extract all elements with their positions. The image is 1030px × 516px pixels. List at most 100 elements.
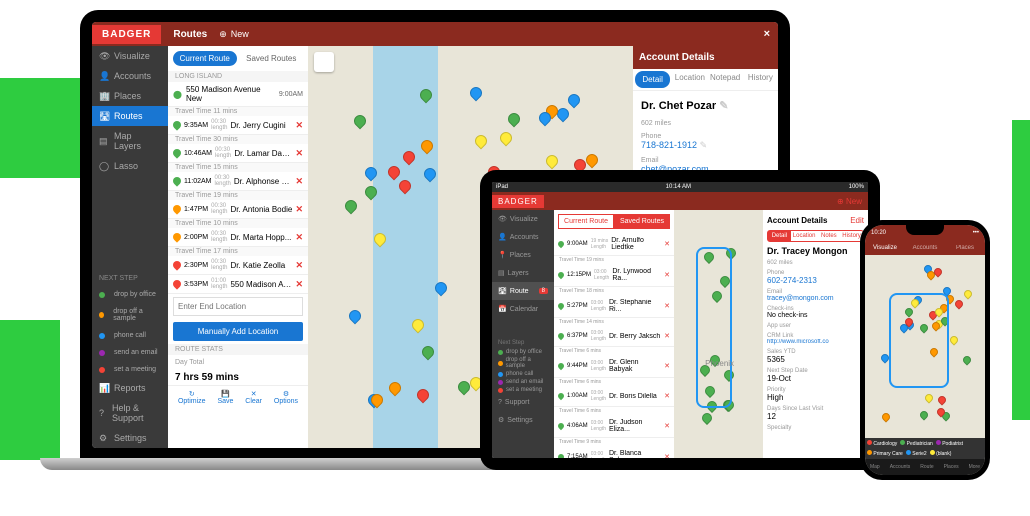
map-pin[interactable] [506,111,523,128]
route-stop[interactable]: 5:27PM03:00LengthDr. Stephanie Ri...✕ [554,295,674,318]
sidebar-item-reports[interactable]: 📊Reports [92,378,168,398]
tab-accounts[interactable]: Accounts [905,245,945,251]
nav-more[interactable]: More [969,464,980,470]
map-pin[interactable] [880,412,891,423]
map-pin[interactable] [543,152,560,169]
remove-stop-button[interactable]: ✕ [664,392,670,400]
route-stop[interactable]: 9:35AM00:30lengthDr. Jerry Cugini✕ [168,116,308,135]
route-stop[interactable]: 1:47PM00:30lengthDr. Antonia Bodie✕ [168,200,308,219]
next-step-item[interactable]: phone call [92,327,168,344]
map-pin[interactable] [949,335,960,346]
new-button[interactable]: ⊕ New [831,197,868,206]
map-pin[interactable] [342,197,359,214]
remove-stop-button[interactable]: ✕ [664,453,670,458]
remove-stop-button[interactable]: ✕ [295,279,303,290]
sidebar-item-calendar[interactable]: 📅Calendar [492,300,554,318]
edit-icon[interactable]: ✎ [719,100,728,112]
phone-value[interactable]: 602-274-2313 [767,276,864,285]
sidebar-item-support[interactable]: ?Support [492,394,554,411]
nav-map[interactable]: Map [870,464,880,470]
crm-value[interactable]: http://www.microsoft.co [767,339,864,345]
sidebar-item-places[interactable]: 📍Places [492,246,554,264]
map-pin[interactable] [923,392,934,403]
map-pin[interactable] [953,299,964,310]
new-button[interactable]: ⊕New [219,29,249,40]
map-view[interactable] [865,255,985,445]
sidebar-item-layers[interactable]: ▤Layers [492,264,554,282]
sidebar-item-help[interactable]: ?Help & Support [92,398,168,428]
map-pin[interactable] [565,91,582,108]
remove-stop-button[interactable]: ✕ [664,332,670,340]
sidebar-item-routes[interactable]: 🛣Routes [92,106,168,126]
close-button[interactable]: × [756,28,778,40]
route-stop[interactable]: 7:15AM03:00LengthDr. Blanca Salm...✕ [554,446,674,458]
sidebar-item-visualize[interactable]: 👁Visualize [92,46,168,66]
route-stop[interactable]: 9:44PM03:00LengthDr. Glenn Babyak✕ [554,355,674,378]
map-pin[interactable] [467,85,484,102]
sidebar-item-accounts[interactable]: 👤Accounts [92,66,168,86]
end-location-input[interactable] [173,297,303,316]
route-start[interactable]: ⬤ 550 Madison Avenue New 9:00AM [168,82,308,107]
edit-icon[interactable]: ✎ [700,140,708,150]
remove-stop-button[interactable]: ✕ [664,422,670,430]
nav-route[interactable]: Route [920,464,933,470]
remove-stop-button[interactable]: ✕ [664,271,670,279]
route-stop[interactable]: 4:06AM03:00LengthDr. Judson Eliza...✕ [554,415,674,438]
tab-detail[interactable]: Detail [768,231,791,241]
nav-places[interactable]: Places [944,464,959,470]
route-stop[interactable]: 10:46AM00:30lengthDr. Lamar Dayrit✕ [168,144,308,163]
remove-stop-button[interactable]: ✕ [295,120,303,131]
route-stop[interactable]: 2:00PM00:30lengthDr. Marta Hopp...✕ [168,228,308,247]
tab-location[interactable]: Location [672,69,707,90]
next-step-item[interactable]: phone call [492,370,554,378]
remove-stop-button[interactable]: ✕ [295,148,303,159]
sidebar-item-layers[interactable]: ▤Map Layers [92,126,168,156]
next-step-item[interactable]: drop off a sample [492,356,554,370]
tab-notes[interactable]: Notes [817,231,840,241]
nav-accounts[interactable]: Accounts [890,464,911,470]
sidebar-item-accounts[interactable]: 👤Accounts [492,228,554,246]
next-step-item[interactable]: send an email [92,344,168,361]
next-step-item[interactable]: drop by office [92,286,168,303]
next-step-item[interactable]: set a meeting [92,361,168,378]
tab-saved-routes[interactable]: Saved Routes [240,51,304,66]
sidebar-item-places[interactable]: 🏢Places [92,86,168,106]
sidebar-item-route[interactable]: 🛣Route8 [492,282,554,300]
tab-current-route[interactable]: Current Route [173,51,237,66]
next-step-item[interactable]: send an email [492,378,554,386]
route-stop[interactable]: 1:00AM03:00LengthDr. Boris Dilella✕ [554,386,674,407]
route-stop[interactable]: 11:02AM00:30lengthDr. Alphonse Ha...✕ [168,172,308,191]
optimize-button[interactable]: ↻Optimize [178,390,206,405]
remove-stop-button[interactable]: ✕ [295,176,303,187]
add-location-button[interactable]: Manually Add Location [173,322,303,341]
map-compass-control[interactable] [314,52,334,72]
sidebar-item-visualize[interactable]: 👁Visualize [492,210,554,228]
clear-button[interactable]: ✕Clear [245,390,262,405]
tab-saved-routes[interactable]: Saved Routes [614,214,670,229]
save-button[interactable]: 💾Save [217,390,233,405]
edit-button[interactable]: Edit [850,216,864,225]
map-pin[interactable] [700,411,714,425]
tab-notepad[interactable]: Notepad [708,69,743,90]
map-pin[interactable] [919,410,930,421]
tab-location[interactable]: Location [791,231,818,241]
remove-stop-button[interactable]: ✕ [295,260,303,271]
remove-stop-button[interactable]: ✕ [664,362,670,370]
sidebar-item-settings[interactable]: ⚙Settings [492,411,554,429]
remove-stop-button[interactable]: ✕ [295,204,303,215]
sidebar-item-lasso[interactable]: ◯Lasso [92,156,168,176]
map-pin[interactable] [961,355,972,366]
map-pin[interactable] [472,132,489,149]
route-stop[interactable]: 2:30PM00:30lengthDr. Katie Zeolla✕ [168,256,308,275]
tab-detail[interactable]: Detail [635,71,670,88]
route-stop[interactable]: 9:00AM19 minsLengthDr. Arnulfo Liedtke✕ [554,233,674,256]
map-pin[interactable] [347,308,364,325]
tab-visualize[interactable]: Visualize [865,245,905,251]
route-stop[interactable]: 12:15PM03:00LengthDr. Lynwood Ra...✕ [554,264,674,287]
map-view[interactable]: Phoenix [674,210,763,458]
next-step-item[interactable]: drop off a sample [92,303,168,327]
tab-current-route[interactable]: Current Route [558,214,614,229]
remove-stop-button[interactable]: ✕ [295,232,303,243]
map-pin[interactable] [352,112,369,129]
next-step-item[interactable]: set a meeting [492,386,554,394]
